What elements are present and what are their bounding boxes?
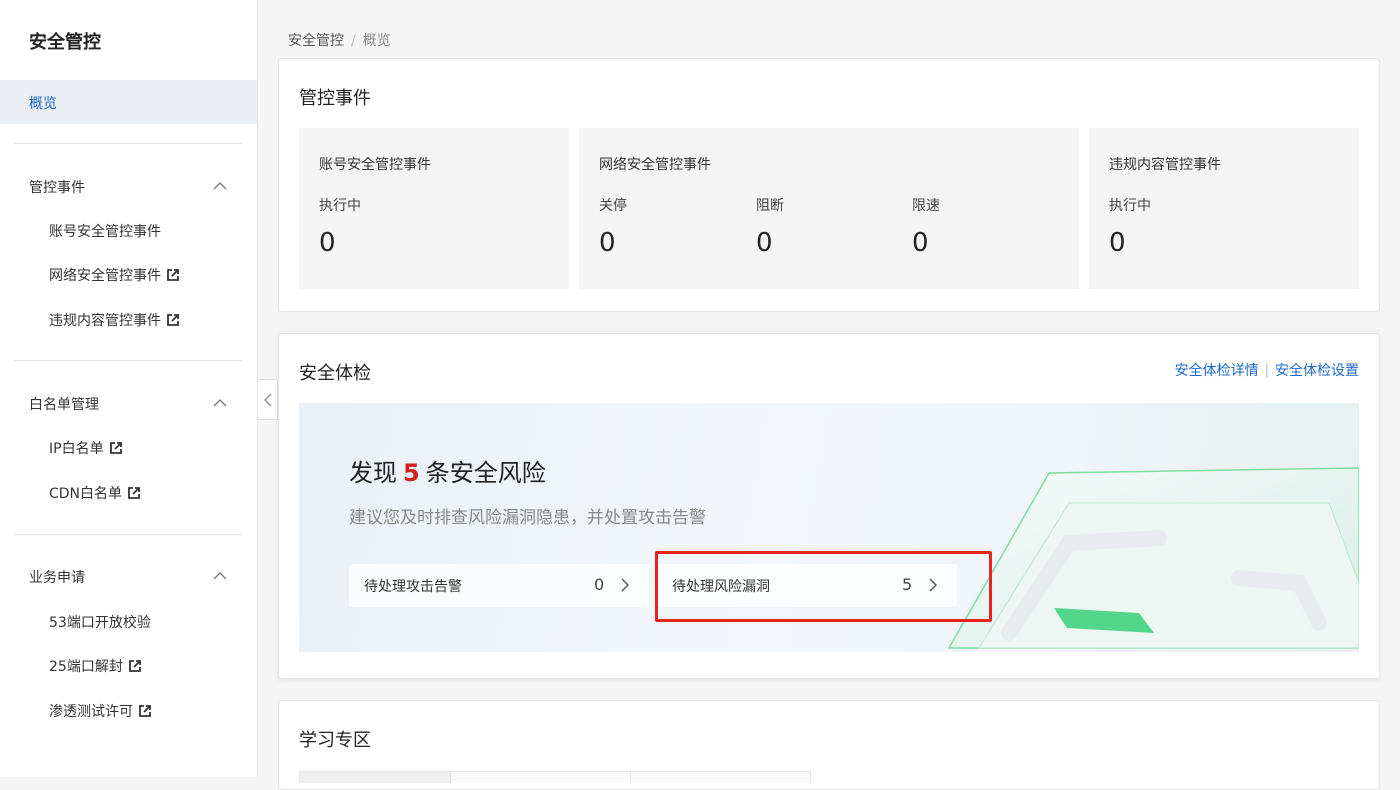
sidebar-item-label: 违规内容管控事件 (49, 313, 161, 329)
breadcrumb-current: 概览 (362, 33, 391, 49)
chevron-up-icon[interactable] (212, 568, 228, 584)
pending-alerts-item[interactable]: 待处理攻击告警 0 (349, 564, 649, 607)
sidebar-item-label: IP白名单 (49, 441, 104, 457)
sidebar-item-pentest[interactable]: 渗透测试许可 (49, 701, 152, 721)
account-events-panel: 账号安全管控事件 执行中 0 (299, 128, 569, 289)
sidebar-item-port25[interactable]: 25端口解封 (49, 656, 142, 676)
account-events-label: 执行中 (319, 198, 361, 214)
sidebar-item-account-events[interactable]: 账号安全管控事件 (49, 221, 161, 241)
sidebar-divider (14, 143, 242, 144)
chevron-up-icon[interactable] (212, 178, 228, 194)
network-events-title: 网络安全管控事件 (599, 157, 711, 173)
external-link-icon (109, 442, 122, 454)
sidebar-item-label: 53端口开放校验 (49, 615, 151, 631)
sidebar-item-label: CDN白名单 (49, 486, 123, 502)
risk-banner: 发现 5 条安全风险 建议您及时排查风险漏洞隐患，并处置攻击告警 待处理攻击告警 0… (299, 403, 1359, 652)
risk-count: 5 (403, 459, 420, 487)
external-link-icon (167, 269, 179, 281)
account-events-title: 账号安全管控事件 (319, 157, 431, 173)
sidebar-group-events[interactable]: 管控事件 (29, 177, 85, 197)
security-check-title: 安全体检 (299, 363, 371, 384)
headline-prefix: 发现 (349, 459, 397, 487)
network-events-panel: 网络安全管控事件 关停 0 阻断 0 限速 0 (579, 128, 1079, 289)
network-throttle-label: 限速 (912, 198, 940, 214)
network-shutdown-value: 0 (599, 228, 616, 258)
sidebar-item-label: 账号安全管控事件 (49, 224, 161, 240)
network-throttle-value: 0 (912, 228, 929, 258)
sidebar-divider (14, 360, 242, 361)
external-link-icon (167, 314, 179, 326)
learning-tab[interactable] (630, 771, 811, 783)
check-settings-link[interactable]: 安全体检设置 (1275, 360, 1359, 380)
sidebar-item-cdn-whitelist[interactable]: CDN白名单 (49, 483, 141, 503)
risk-subtitle: 建议您及时排查风险漏洞隐患，并处置攻击告警 (349, 508, 706, 528)
chevron-left-icon (263, 393, 271, 406)
check-details-link[interactable]: 安全体检详情 (1175, 360, 1259, 380)
sidebar-item-label: 25端口解封 (49, 659, 123, 675)
content-events-label: 执行中 (1109, 198, 1151, 214)
learning-tab[interactable] (299, 771, 451, 783)
sidebar-item-overview[interactable]: 概览 (0, 80, 257, 124)
sidebar-divider (14, 534, 242, 535)
pending-alerts-label: 待处理攻击告警 (364, 579, 462, 595)
external-link-icon (139, 705, 151, 717)
breadcrumb: 安全管控 / 概览 (288, 30, 391, 50)
highlight-box (655, 551, 992, 622)
risk-headline: 发现 5 条安全风险 (349, 453, 546, 488)
external-link-icon (128, 660, 141, 672)
content-events-title: 违规内容管控事件 (1109, 157, 1221, 173)
events-card: 管控事件 账号安全管控事件 执行中 0 网络安全管控事件 关停 0 阻断 0 限… (278, 58, 1380, 312)
content-events-panel: 违规内容管控事件 执行中 0 (1089, 128, 1359, 289)
chevron-right-icon (621, 578, 629, 592)
network-shutdown-label: 关停 (599, 198, 627, 214)
sidebar-collapse-button[interactable] (258, 379, 278, 420)
breadcrumb-separator: / (351, 33, 356, 49)
sidebar-item-label: 渗透测试许可 (49, 704, 133, 720)
sidebar-group-whitelist[interactable]: 白名单管理 (29, 394, 99, 414)
content-events-value: 0 (1109, 228, 1126, 258)
sidebar-item-ip-whitelist[interactable]: IP白名单 (49, 438, 123, 458)
sidebar-title: 安全管控 (29, 32, 101, 53)
sidebar-item-network-events[interactable]: 网络安全管控事件 (49, 265, 180, 285)
sidebar-item-content-events[interactable]: 违规内容管控事件 (49, 310, 180, 330)
learning-tab[interactable] (450, 771, 631, 783)
external-link-icon (128, 487, 140, 499)
chevron-up-icon[interactable] (212, 395, 228, 411)
sidebar-group-business[interactable]: 业务申请 (29, 567, 85, 587)
link-divider: | (1264, 362, 1269, 378)
security-check-card: 安全体检 安全体检详情 | 安全体检设置 发现 5 条安全风险 建议您及时排查风险漏… (278, 333, 1380, 679)
learning-card-title: 学习专区 (299, 730, 371, 751)
breadcrumb-root[interactable]: 安全管控 (288, 33, 344, 49)
account-events-value: 0 (319, 228, 336, 258)
check-links: 安全体检详情 | 安全体检设置 (1175, 360, 1359, 380)
sidebar: 安全管控 概览 管控事件 账号安全管控事件 网络安全管控事件 违规内容管控事件 … (0, 0, 258, 777)
headline-suffix: 条安全风险 (425, 459, 546, 487)
events-card-title: 管控事件 (299, 88, 371, 109)
pending-alerts-count: 0 (594, 575, 605, 594)
network-block-value: 0 (756, 228, 773, 258)
network-block-label: 阻断 (756, 198, 784, 214)
sidebar-item-label: 网络安全管控事件 (49, 268, 161, 284)
sidebar-item-port53[interactable]: 53端口开放校验 (49, 612, 151, 632)
